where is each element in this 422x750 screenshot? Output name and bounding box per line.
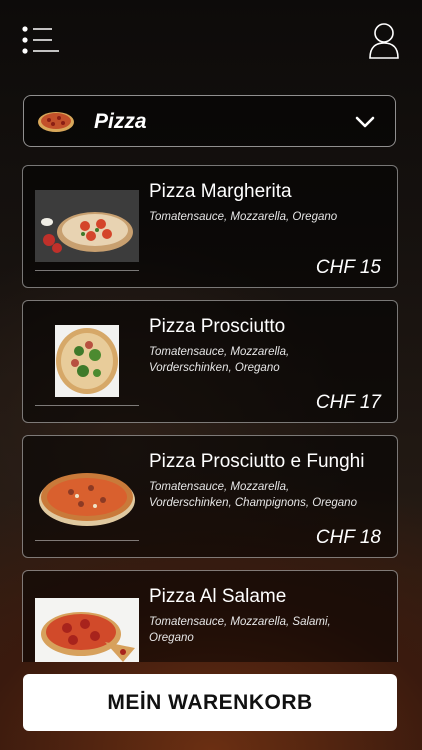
divider [35,540,139,541]
product-list: Pizza Margherita Tomatensauce, Mozzarell… [22,165,398,662]
pizza-thumbnail-icon [37,108,75,134]
product-description: Tomatensauce, Mozzarella, Oregano [149,211,338,223]
divider [35,405,139,406]
product-name: Pizza Prosciutto [149,316,286,337]
product-card[interactable]: Pizza Al Salame Tomatensauce, Mozzarella… [22,570,398,662]
cart-button[interactable]: MEİN WARENKORB [23,674,397,731]
product-description: Tomatensauce, Mozzarella, Salami, Oregan… [149,616,331,644]
product-description: Tomatensauce, Mozzarella, Vorderschinken… [149,481,357,509]
product-card[interactable]: Pizza Prosciutto e Funghi Tomatensauce, … [22,435,398,558]
cart-button-label: MEİN WARENKORB [107,690,313,714]
menu-list-icon[interactable] [22,26,60,56]
user-profile-icon[interactable] [368,22,400,60]
category-label: Pizza [94,110,147,133]
product-name: Pizza Prosciutto e Funghi [149,451,365,472]
product-image [35,325,139,397]
product-name: Pizza Margherita [149,181,292,202]
top-bar [0,0,422,80]
category-selector[interactable]: Pizza [23,95,396,147]
product-name: Pizza Al Salame [149,586,287,607]
product-price: CHF 15 [315,257,381,278]
product-card[interactable]: Pizza Margherita Tomatensauce, Mozzarell… [22,165,398,288]
product-image [35,598,139,662]
product-description: Tomatensauce, Mozzarella, Vorderschinken… [149,346,290,374]
product-price: CHF 18 [315,527,381,548]
divider [35,270,139,271]
product-price: CHF 17 [315,392,381,413]
product-image [35,460,139,532]
product-image [35,190,139,262]
chevron-down-icon[interactable] [355,112,375,132]
product-card[interactable]: Pizza Prosciutto Tomatensauce, Mozzarell… [22,300,398,423]
